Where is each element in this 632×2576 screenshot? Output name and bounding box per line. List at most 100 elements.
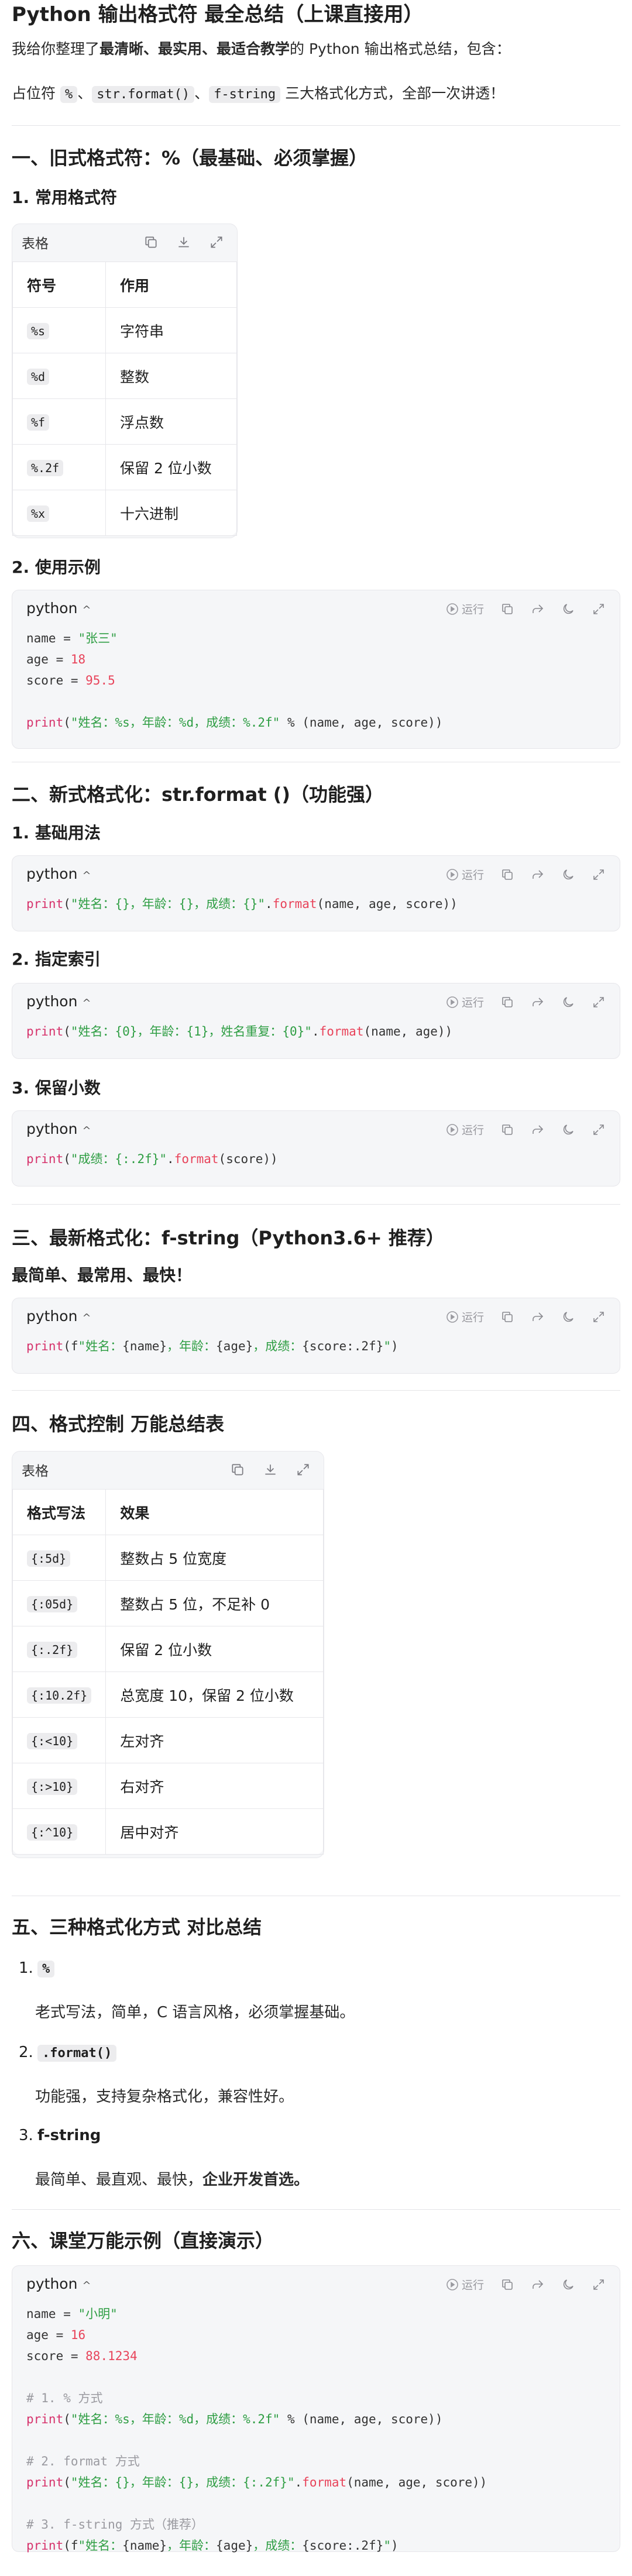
intro-bold: 最清晰、最实用、最适合教学: [99, 40, 290, 57]
expand-icon[interactable]: [592, 2278, 606, 2292]
share-icon[interactable]: [531, 1310, 545, 1324]
format-code: %f: [27, 414, 50, 431]
play-icon: [446, 603, 458, 615]
run-button[interactable]: 运行: [445, 994, 484, 1010]
copy-icon[interactable]: [500, 2278, 514, 2292]
run-button[interactable]: 运行: [445, 601, 484, 617]
table-cell: {:5d}: [12, 1535, 107, 1581]
code-block-header: python ^ 运行: [12, 1298, 620, 1336]
table-row: {:<10} 左对齐: [12, 1717, 324, 1763]
code-block-classroom-example: python ^ 运行 name = "小明" age = 16 score = …: [12, 2265, 620, 2553]
divider: [12, 125, 620, 126]
download-icon[interactable]: [263, 1462, 278, 1477]
share-icon[interactable]: [531, 602, 545, 616]
expand-icon[interactable]: [592, 1310, 606, 1324]
code-language-toggle[interactable]: python ^: [26, 865, 91, 882]
copy-icon[interactable]: [500, 1310, 514, 1324]
table-cell: 字符串: [105, 307, 237, 353]
copy-icon[interactable]: [500, 602, 514, 616]
expand-icon[interactable]: [209, 235, 224, 250]
list-number: 1.: [19, 1959, 33, 1977]
share-icon[interactable]: [531, 2278, 545, 2292]
intro2-sep: 、: [194, 85, 209, 102]
expand-icon[interactable]: [592, 995, 606, 1009]
copy-icon[interactable]: [500, 1123, 514, 1137]
table-cell: {:.2f}: [12, 1626, 107, 1672]
code-block-header: python ^ 运行: [12, 1111, 620, 1148]
intro-paragraph-2: 占位符 %、 str.format()、 f-string 三大格式化方式，全部一次…: [12, 82, 504, 106]
table-cell: {:05d}: [12, 1580, 107, 1626]
run-label: 运行: [461, 603, 484, 616]
code-line: age = 18: [26, 652, 86, 666]
code-comment: # 2. format 方式: [26, 2454, 140, 2468]
copy-icon[interactable]: [143, 235, 159, 250]
format-symbol-table: 符号 作用 %s 字符串 %d 整数 %f 浮点数 %.2f 保留 2 位小数 %x 十六进制: [12, 262, 237, 536]
theme-icon[interactable]: [561, 995, 575, 1009]
share-icon[interactable]: [531, 995, 545, 1009]
section-6-heading: 六、课堂万能示例（直接演示）: [12, 2230, 274, 2252]
section-1-sub-2: 2. 使用示例: [12, 558, 101, 577]
intro-suffix: 的 Python 输出格式总结，包含：: [290, 40, 511, 57]
theme-icon[interactable]: [561, 2278, 575, 2292]
run-button[interactable]: 运行: [445, 1122, 484, 1137]
copy-icon[interactable]: [500, 868, 514, 882]
copy-icon[interactable]: [500, 995, 514, 1009]
code-language-toggle[interactable]: python ^: [26, 2275, 91, 2292]
article-page: Python 输出格式符 最全总结（上课直接用） 我给你整理了最清晰、最实用、最…: [0, 0, 632, 2576]
table-cell: 保留 2 位小数: [105, 444, 237, 490]
table-cell: {:10.2f}: [12, 1672, 107, 1718]
table-cell: {:^10}: [12, 1808, 107, 1855]
expand-icon[interactable]: [592, 868, 606, 882]
code-line: score = 95.5: [26, 673, 115, 687]
code-line: print("姓名：{}，年龄：{}，成绩：{}".format(name, a…: [26, 897, 458, 911]
code-language-toggle[interactable]: python ^: [26, 1308, 91, 1325]
theme-icon[interactable]: [561, 602, 575, 616]
theme-icon[interactable]: [561, 868, 575, 882]
theme-icon[interactable]: [561, 1310, 575, 1324]
code-language-toggle[interactable]: python ^: [26, 993, 91, 1010]
code-toolbar: 运行: [445, 866, 606, 882]
table-row: {:^10} 居中对齐: [12, 1808, 324, 1855]
section-1-sub-1: 1. 常用格式符: [12, 188, 117, 207]
code-language-toggle[interactable]: python ^: [26, 1120, 91, 1137]
table-cell: %.2f: [12, 444, 106, 490]
copy-icon[interactable]: [230, 1462, 245, 1477]
table-label: 表格: [22, 236, 49, 252]
code-body: print("姓名：{}，年龄：{}，成绩：{}".format(name, a…: [26, 893, 606, 914]
code-comment: # 1. % 方式: [26, 2391, 103, 2405]
table-cell: 左对齐: [105, 1717, 324, 1763]
format-code: %d: [27, 369, 50, 385]
list-number: 3.: [19, 2127, 33, 2144]
format-control-table-card: 表格 格式写法 效果 {:5d} 整数占 5 位宽度 {:05d} 整数占 5 位，不足补…: [12, 1451, 324, 1858]
table-header-bar: 表格: [12, 224, 237, 262]
section-3-heading: 三、最新格式化：f-string（Python3.6+ 推荐）: [12, 1227, 445, 1249]
run-button[interactable]: 运行: [445, 1309, 484, 1325]
list-item-text: 最简单、最直观、最快，企业开发首选。: [35, 2171, 310, 2189]
section-2-sub-1: 1. 基础用法: [12, 823, 101, 842]
run-button[interactable]: 运行: [445, 866, 484, 882]
play-icon: [446, 868, 458, 881]
code-language-toggle[interactable]: python ^: [26, 600, 91, 617]
code-language-label: python: [26, 1308, 78, 1325]
run-button[interactable]: 运行: [445, 2276, 484, 2292]
theme-icon[interactable]: [561, 1123, 575, 1137]
table-cell: 总宽度 10，保留 2 位小数: [105, 1672, 324, 1718]
share-icon[interactable]: [531, 1123, 545, 1137]
code-line: print(f"姓名：{name}，年龄：{age}，成绩：{score:.2f…: [26, 2539, 399, 2553]
expand-icon[interactable]: [592, 602, 606, 616]
share-icon[interactable]: [531, 868, 545, 882]
code-language-label: python: [26, 993, 78, 1010]
table-toolbar: [230, 1462, 311, 1477]
list-item-head: f-string: [37, 2127, 101, 2144]
table-cell: 整数占 5 位宽度: [105, 1535, 324, 1581]
code-block-fstring: python ^ 运行 print(f"姓名：{name}，年龄：{age}，成绩…: [12, 1298, 620, 1374]
expand-icon[interactable]: [592, 1123, 606, 1137]
expand-icon[interactable]: [296, 1462, 311, 1477]
divider: [12, 2209, 620, 2210]
code-block-percent-example: python ^ 运行 name = "张三" age = 18 score = …: [12, 590, 620, 749]
table-cell: {:<10}: [12, 1717, 107, 1763]
download-icon[interactable]: [176, 235, 191, 250]
play-icon: [446, 1311, 458, 1323]
